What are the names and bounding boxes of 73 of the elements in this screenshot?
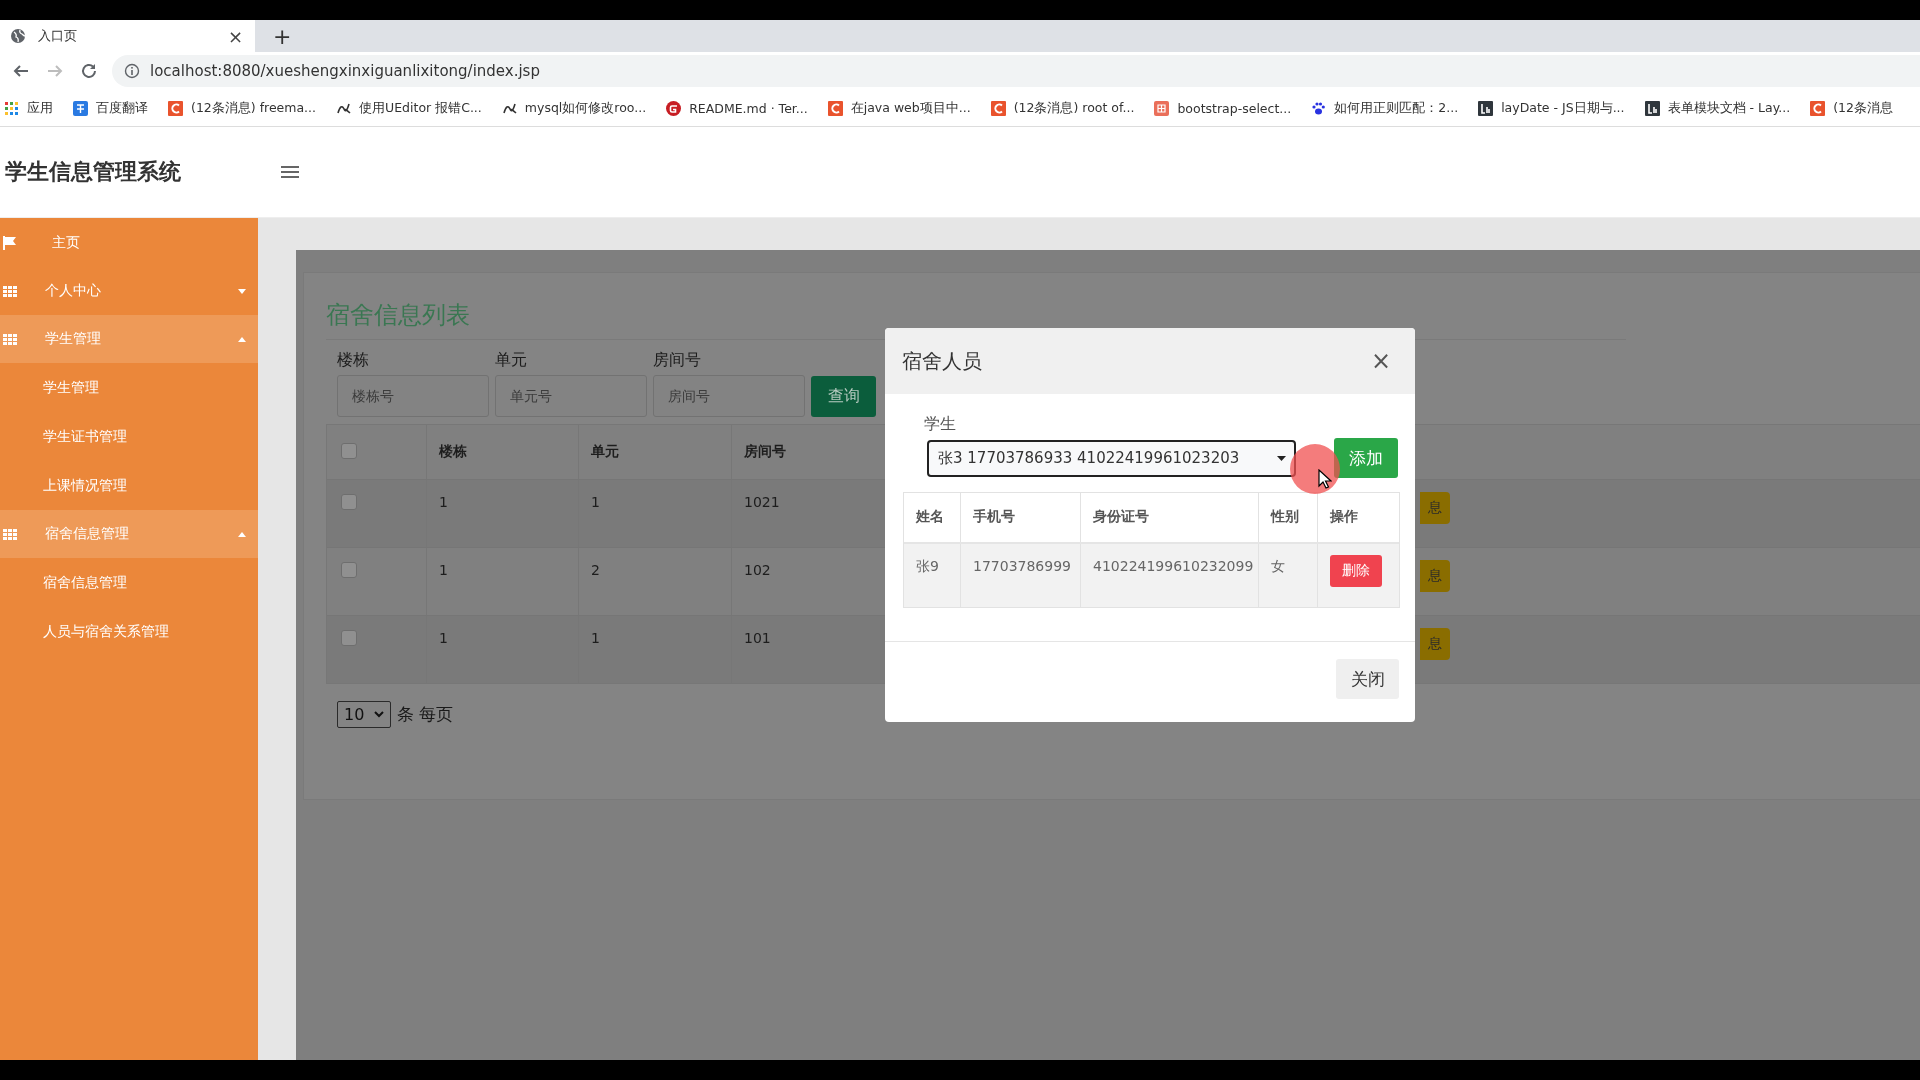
close-button[interactable]: 关闭 (1336, 659, 1399, 699)
flag-icon (3, 236, 17, 250)
letter-c-icon[interactable] (990, 100, 1006, 116)
bookmark-link[interactable]: README.md · Ter... (689, 100, 808, 116)
table-cell: 17703786999 (961, 544, 1081, 607)
field-label: 楼栋 (337, 350, 370, 371)
table-cell: 410224199610232099 (1081, 544, 1259, 607)
menu-icon[interactable] (280, 164, 300, 180)
search-button[interactable]: 查询 (811, 376, 876, 417)
grid-square-icon[interactable] (1154, 100, 1170, 116)
dark-square-icon[interactable] (1644, 100, 1660, 116)
cursor-icon (1318, 469, 1332, 489)
new-tab-button[interactable]: + (273, 20, 292, 52)
input-field[interactable]: 房间号 (653, 375, 805, 417)
bookmark-link[interactable]: 应用 (27, 99, 53, 117)
page-size-select[interactable]: 10 (337, 701, 391, 728)
delete-button[interactable]: 删除 (1330, 555, 1382, 587)
apps-icon[interactable] (4, 100, 19, 116)
grid-icon (3, 528, 17, 540)
field-label: 单元 (495, 350, 528, 371)
reload-icon[interactable] (80, 62, 98, 80)
browser-tab[interactable]: 入口页 × (0, 20, 255, 52)
grid-icon (3, 285, 17, 297)
close-button[interactable]: × (1370, 347, 1391, 375)
paw-icon[interactable] (1311, 100, 1327, 116)
click-highlight (1290, 444, 1340, 494)
bookmark-link[interactable]: (12条消息 (1833, 99, 1893, 117)
input-field[interactable]: 楼栋号 (337, 375, 489, 417)
bookmark-link[interactable]: 表单模块文档 - Lay... (1667, 99, 1791, 117)
bookmark-link[interactable]: mysql如何修改roo... (524, 99, 647, 117)
column-header: 身份证号 (1081, 493, 1259, 542)
bookmark-link[interactable]: (12条消息) freema... (191, 99, 317, 117)
column-header: 操作 (1329, 507, 1359, 526)
bookmark-link[interactable]: 如何用正则匹配：2... (1334, 99, 1459, 117)
table-cell: 1 (427, 616, 579, 683)
bookmark-link[interactable]: 使用UEditor 报错C... (359, 99, 482, 117)
dialog-title: 宿舍人员 (902, 347, 982, 375)
caret-icon (238, 531, 246, 537)
field-label: 房间号 (653, 350, 702, 371)
bookmark-link[interactable]: layDate - JS日期与... (1501, 99, 1625, 117)
bookmark-link[interactable]: bootstrap-select... (1177, 100, 1292, 116)
caret-icon (238, 288, 246, 294)
caret-icon (238, 336, 246, 342)
table-cell: 女 (1259, 544, 1318, 607)
close-icon[interactable]: × (227, 25, 243, 47)
checkbox[interactable] (341, 443, 357, 459)
globe-icon (10, 28, 26, 44)
page-size-label: 条 每页 (397, 703, 454, 726)
url-text: localhost:8080/xueshengxinxiguanlixitong/index.jsp (150, 62, 540, 80)
letter-c-icon[interactable] (1810, 100, 1826, 116)
bookmark-link[interactable]: 在java web项目中... (850, 99, 971, 117)
student-select[interactable]: 张3 17703786933 41022419961023203 (927, 439, 1297, 477)
column-header: 手机号 (961, 493, 1081, 542)
chevron-icon (374, 711, 384, 718)
caret-icon (1277, 455, 1287, 461)
letter-c-icon[interactable] (827, 100, 843, 116)
address-field[interactable]: localhost:8080/xueshengxinxiguanlixitong/index.jsp (112, 55, 1920, 87)
checkbox[interactable] (341, 630, 357, 646)
info-icon (124, 63, 140, 79)
app-title: 学生信息管理系统 (5, 158, 182, 186)
checkbox[interactable] (341, 494, 357, 510)
grid-icon (3, 333, 17, 345)
dark-square-icon[interactable] (1478, 100, 1494, 116)
letter-c-icon[interactable] (168, 100, 183, 116)
bookmark-link[interactable]: 百度翻译 (96, 99, 148, 117)
bookmark-link[interactable]: (12条消息) root of... (1013, 99, 1135, 117)
g-logo-icon[interactable] (666, 100, 682, 116)
table-cell: 1 (579, 616, 732, 683)
table-cell: 张9 (904, 544, 961, 607)
column-header: 姓名 (904, 493, 961, 542)
checkbox[interactable] (341, 562, 357, 578)
input-field[interactable]: 单元号 (495, 375, 647, 417)
tab-title: 入口页 (38, 27, 78, 45)
